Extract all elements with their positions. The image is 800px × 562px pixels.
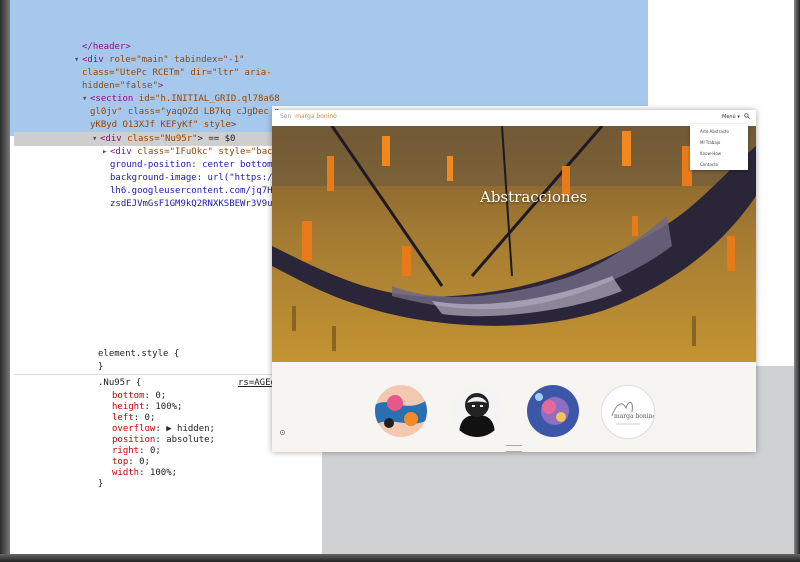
site-preview-window: Sen marga bonino Menú ▾ Abstracciones Ar…	[272, 110, 756, 452]
dom-line-ifuokc-cont2: background-image: url("https://	[110, 173, 278, 183]
dom-line-section-cont2: yKByd O13XJf KEFyKf" style>	[90, 120, 237, 130]
thumbnail-row: marga bonino	[272, 362, 756, 452]
dom-line-main-div-cont2: hidden="false">	[82, 81, 164, 91]
menu-item-contacto[interactable]: Contacto	[700, 162, 718, 167]
thumbnail-logo[interactable]: marga bonino	[601, 385, 655, 439]
frame-bottom-edge	[0, 554, 800, 562]
site-header: Sen marga bonino Menú ▾	[272, 110, 756, 126]
scroll-handle[interactable]	[506, 445, 522, 452]
dom-line-ifuokc-cont3: lh6.googleusercontent.com/jq7H1	[110, 186, 278, 196]
gear-icon[interactable]	[279, 429, 286, 436]
nav-dropdown-menu: Arte Abstracto Mi Trabajo Know-How Conta…	[690, 124, 748, 170]
dom-line-header-close[interactable]: </header>	[82, 41, 131, 54]
hero-title: Abstracciones	[480, 188, 588, 206]
marga-bonino-logo-icon: marga bonino	[611, 402, 654, 425]
dom-line-ifuokc[interactable]: ▸ <div class="IFuOkc" style="back	[102, 146, 278, 159]
frame-right-edge	[794, 0, 800, 562]
element-style-label[interactable]: element.style {	[98, 348, 179, 361]
dom-line-section-cont1: gl0jv" class="yaqOZd LB7kq cJgDec n	[90, 107, 280, 117]
hero-banner: Abstracciones	[272, 126, 756, 362]
rule-selector[interactable]: .Nu95r {	[98, 377, 141, 390]
search-icon[interactable]	[744, 113, 750, 119]
menu-item-mi-trabajo[interactable]: Mi Trabajo	[700, 140, 720, 145]
dom-line-ifuokc-cont1: ground-position: center bottom;	[110, 160, 278, 170]
collapse-triangle-icon[interactable]: ▾	[74, 54, 82, 67]
menu-item-arte-abstracto[interactable]: Arte Abstracto	[700, 129, 729, 134]
thumbnail-portrait[interactable]	[451, 385, 503, 437]
element-style-close: }	[98, 362, 104, 372]
dom-line-ifuokc-cont4: zsdEJVmGsF1GM9kQ2RNXKSBEWr3V9uH	[110, 199, 278, 209]
styles-divider	[14, 374, 272, 375]
dom-line-main-div[interactable]: ▾ <div role="main" tabindex="-1"	[74, 54, 245, 67]
thumbnail-colorful-painting[interactable]	[375, 385, 427, 437]
menu-button[interactable]: Menú ▾	[722, 114, 740, 120]
collapse-triangle-icon[interactable]: ▾	[82, 93, 90, 106]
abstract-painting-image	[272, 126, 756, 362]
rule-close: }	[98, 479, 104, 489]
frame-left-edge	[0, 0, 10, 562]
rule-source-link[interactable]: rs=AGEq	[238, 377, 276, 390]
dom-line-section[interactable]: ▾ <section id="h.INITIAL_GRID.ql78a68	[82, 93, 280, 106]
dom-line-main-div-cont1: class="UtePc RCETm" dir="ltr" aria-	[82, 68, 272, 78]
site-brand[interactable]: Sen marga bonino	[280, 113, 337, 120]
dom-line-nu95r-selected[interactable]: ▾ <div class="Nu95r"> == $0	[92, 133, 235, 146]
thumbnail-blue-painting[interactable]	[527, 385, 579, 437]
expand-triangle-icon[interactable]: ▸	[102, 146, 110, 159]
collapse-triangle-icon[interactable]: ▾	[92, 133, 100, 146]
svg-text:marga bonino: marga bonino	[614, 413, 654, 420]
menu-item-know-how[interactable]: Know-How	[700, 151, 721, 156]
css-prop-width[interactable]: width: 100%;	[112, 467, 177, 480]
